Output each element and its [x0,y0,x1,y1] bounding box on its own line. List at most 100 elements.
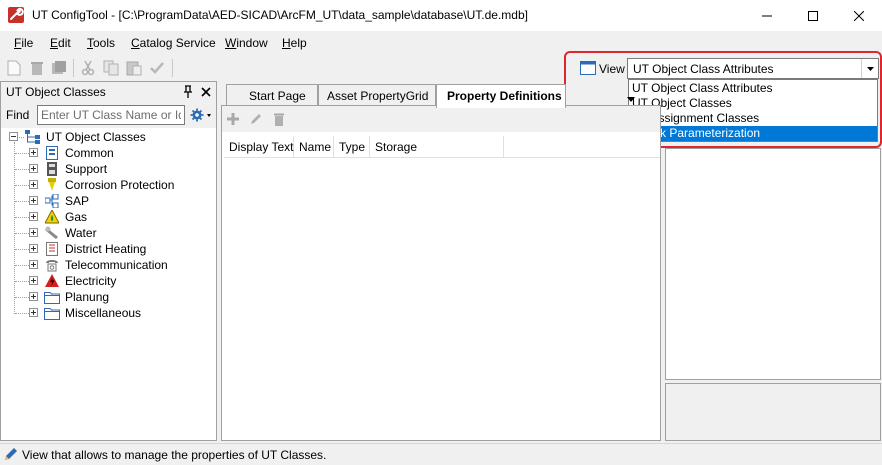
copy-icon[interactable] [102,59,120,77]
tree-item-corrosion-protection[interactable]: Corrosion Protection [1,177,216,193]
maximize-button[interactable] [790,0,836,31]
add-icon[interactable] [224,110,242,128]
tree-item-label: Electricity [65,274,117,288]
new-file-icon[interactable] [5,59,23,77]
tree-connector [15,201,29,202]
menu-help[interactable]: Help [282,36,307,50]
column-storage[interactable]: Storage [370,136,504,158]
grid-header: Display Text Name Type Storage [224,136,660,158]
cut-icon[interactable] [79,59,97,77]
panel-title: UT Object Classes [6,85,106,99]
find-input[interactable] [37,105,185,125]
expand-icon[interactable] [29,308,38,317]
delete-icon[interactable] [28,59,46,77]
column-display-text[interactable]: Display Text [224,136,294,158]
delete-icon[interactable] [270,110,288,128]
tab-property-definitions[interactable]: Property Definitions [436,84,566,108]
hierarchy-icon [25,129,41,145]
edit-pencil-icon[interactable] [247,110,265,128]
menu-window[interactable]: Window [225,36,268,50]
support-icon [44,161,60,177]
toolbar-separator [172,59,173,77]
tree-item-planung[interactable]: Planung [1,289,216,305]
menu-catalog-service[interactable]: Catalog Service [131,36,216,50]
pencil-icon [4,447,18,464]
paste-icon[interactable] [125,59,143,77]
tree-item-district-heating[interactable]: District Heating [1,241,216,257]
tree-item-miscellaneous[interactable]: Miscellaneous [1,305,216,321]
column-type[interactable]: Type [334,136,370,158]
tree-item-label: Miscellaneous [65,306,142,320]
gear-icon[interactable] [190,107,214,123]
expand-icon[interactable] [29,260,38,269]
tree-item-electricity[interactable]: Electricity [1,273,216,289]
folder-icon [44,289,60,305]
tab-label: Start Page [249,89,306,103]
document-tabs: Start Page Asset PropertyGrid Property D… [221,81,661,108]
object-classes-panel: UT Object Classes Find UT Object Classes [0,81,217,441]
telephone-icon [44,257,60,273]
expand-icon[interactable] [29,292,38,301]
tree-item-label: Telecommunication [65,258,168,272]
tree-connector [15,313,29,314]
title-bar: UT ConfigTool - [C:\ProgramData\AED-SICA… [0,0,882,31]
save-all-icon[interactable] [50,59,68,77]
expand-icon[interactable] [29,244,38,253]
water-icon [44,225,60,241]
expand-icon[interactable] [29,164,38,173]
expand-icon[interactable] [29,228,38,237]
find-row: Find [1,102,216,128]
expand-icon[interactable] [29,180,38,189]
collapse-icon[interactable] [9,132,18,141]
minimize-button[interactable] [744,0,790,31]
menu-tools[interactable]: Tools [87,36,115,50]
tree-root-label: UT Object Classes [46,130,146,144]
tree-item-support[interactable]: Support [1,161,216,177]
electricity-icon [44,273,60,289]
tree-item-label: Water [65,226,97,240]
close-button[interactable] [836,0,882,31]
tree-connector [15,185,29,186]
status-bar: View that allows to manage the propertie… [0,443,882,465]
tree-root-row[interactable]: UT Object Classes [1,129,216,145]
menu-file[interactable]: File [14,36,33,50]
tree-item-water[interactable]: Water [1,225,216,241]
expand-icon[interactable] [29,196,38,205]
sap-icon [44,193,60,209]
pin-icon[interactable] [182,85,194,102]
grid-toolbar [222,106,660,132]
expand-icon[interactable] [29,212,38,221]
tree-connector [15,265,29,266]
tree-item-label: Gas [65,210,88,224]
find-label: Find [6,108,30,122]
status-text: View that allows to manage the propertie… [22,448,327,462]
tree-item-telecommunication[interactable]: Telecommunication [1,257,216,273]
object-classes-tree: UT Object Classes Common Support Corrosi [1,128,216,440]
tree-connector [15,217,29,218]
column-name[interactable]: Name [294,136,334,158]
check-icon[interactable] [148,59,166,77]
tree-item-label: Common [65,146,114,160]
close-panel-icon[interactable] [200,85,212,102]
panel-header: UT Object Classes [1,82,216,102]
tree-connector [15,233,29,234]
expand-icon[interactable] [29,276,38,285]
toolbar-separator [73,59,74,77]
property-definitions-panel: Display Text Name Type Storage [221,105,661,441]
tree-item-label: SAP [65,194,90,208]
tree-connector [15,281,29,282]
menu-edit[interactable]: Edit [50,36,71,50]
gas-icon [44,209,60,225]
tree-connector [15,249,29,250]
tree-item-label: District Heating [65,242,147,256]
tree-item-sap[interactable]: SAP [1,193,216,209]
expand-icon[interactable] [29,148,38,157]
tree-item-gas[interactable]: Gas [1,209,216,225]
tab-list-arrow-icon[interactable] [627,91,635,105]
tab-start-page[interactable]: Start Page [226,84,318,106]
tab-asset-propertygrid[interactable]: Asset PropertyGrid [318,84,436,106]
tree-item-common[interactable]: Common [1,145,216,161]
description-panel [665,383,881,441]
tree-connector [19,137,24,138]
tab-label: Property Definitions [447,89,562,103]
